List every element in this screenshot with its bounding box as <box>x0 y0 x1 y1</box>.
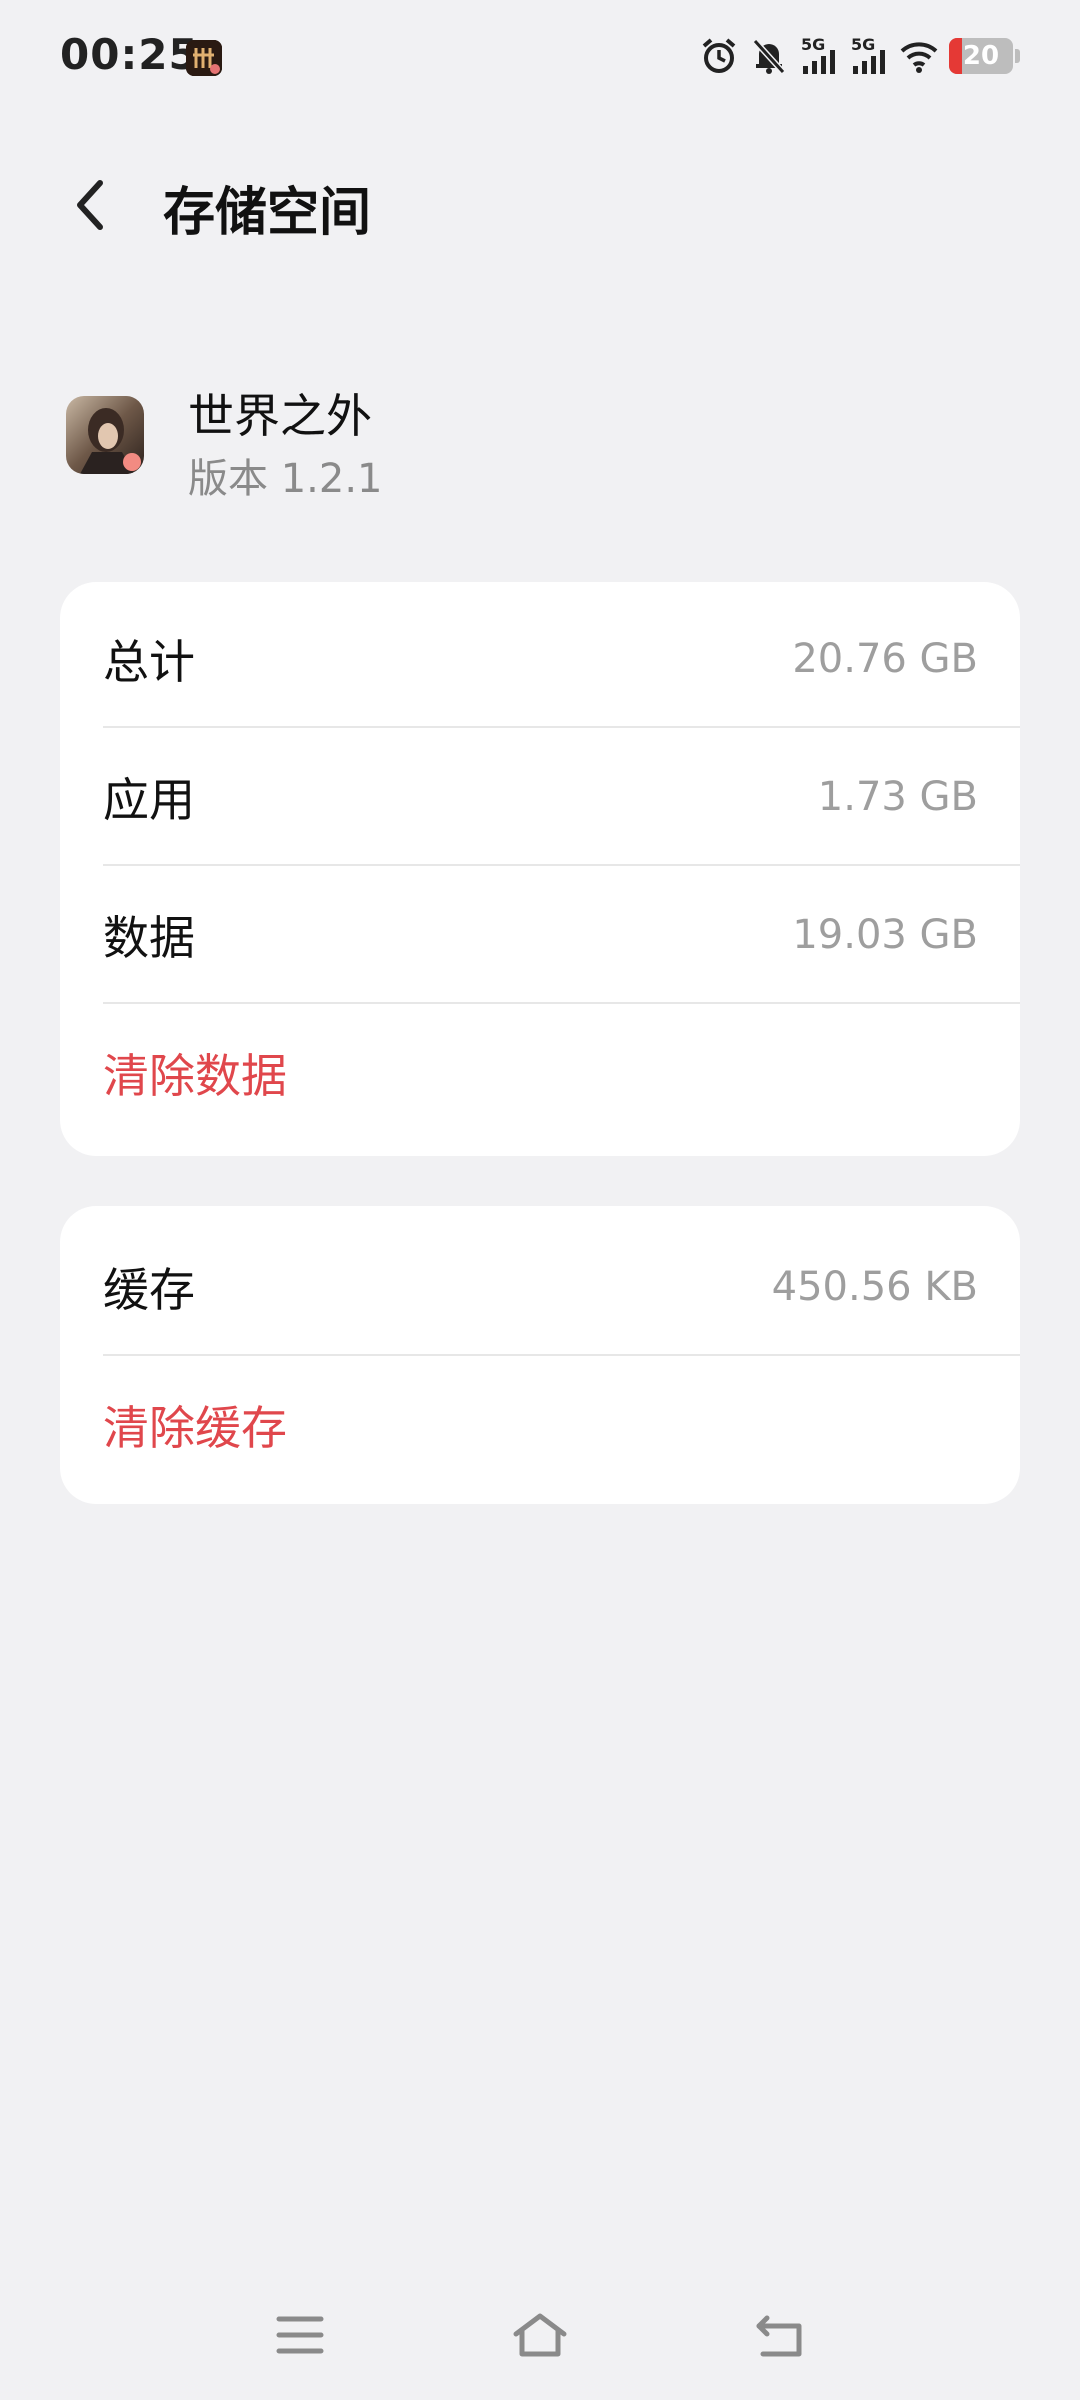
status-bar: 00:25 5G 5G 20 <box>0 0 1080 120</box>
back-icon <box>756 2315 802 2357</box>
row-label: 缓存 <box>103 1263 195 1317</box>
chevron-left-icon <box>77 180 103 230</box>
row-label: 数据 <box>103 911 195 965</box>
storage-card: 总计 20.76 GB 应用 1.73 GB 数据 19.03 GB 清除数据 <box>60 582 1020 1156</box>
game-notification-icon <box>186 40 222 76</box>
row-label: 总计 <box>103 635 195 689</box>
alarm-icon <box>702 38 736 73</box>
cache-card: 缓存 450.56 KB 清除缓存 <box>60 1206 1020 1504</box>
page-title: 存储空间 <box>163 183 372 243</box>
nav-home-button[interactable] <box>495 2290 585 2380</box>
status-icons: 5G 5G 20 <box>699 34 1020 78</box>
row-value: 20.76 GB <box>792 636 978 682</box>
signal-5g-icon: 5G <box>801 36 835 74</box>
row-value: 450.56 KB <box>771 1264 978 1310</box>
wifi-icon <box>900 42 938 73</box>
menu-icon <box>276 2316 324 2354</box>
app-info: 世界之外 版本 1.2.1 <box>0 360 1080 510</box>
row-cache: 缓存 450.56 KB <box>103 1218 1020 1356</box>
row-total: 总计 20.76 GB <box>103 590 1020 728</box>
home-icon <box>513 2313 567 2357</box>
app-name: 世界之外 <box>188 389 372 443</box>
row-value: 19.03 GB <box>792 912 978 958</box>
svg-text:5G: 5G <box>801 36 825 54</box>
status-time: 00:25 <box>60 30 199 79</box>
clear-cache-label[interactable]: 清除缓存 <box>103 1392 287 1458</box>
nav-menu-button[interactable] <box>255 2290 345 2380</box>
row-app: 应用 1.73 GB <box>103 728 1020 866</box>
app-icon <box>66 396 144 474</box>
clear-data-label[interactable]: 清除数据 <box>103 1040 287 1106</box>
signal-5g-icon-2: 5G <box>851 36 885 74</box>
header: 存储空间 <box>0 150 1080 260</box>
battery-level: 20 <box>962 41 1000 71</box>
app-version: 版本 1.2.1 <box>188 456 383 502</box>
row-value: 1.73 GB <box>817 774 978 820</box>
battery-fill <box>949 38 962 74</box>
battery-icon: 20 <box>949 38 1013 74</box>
row-label: 应用 <box>103 773 195 827</box>
mute-bell-icon <box>752 38 786 75</box>
svg-text:5G: 5G <box>851 36 875 54</box>
nav-back-button[interactable] <box>735 2290 825 2380</box>
clear-cache-button[interactable]: 清除缓存 <box>103 1356 1020 1494</box>
clear-data-button[interactable]: 清除数据 <box>103 1004 1020 1142</box>
back-button[interactable] <box>55 170 125 240</box>
row-data: 数据 19.03 GB <box>103 866 1020 1004</box>
navigation-bar <box>0 2290 1080 2380</box>
battery-cap <box>1015 49 1020 63</box>
